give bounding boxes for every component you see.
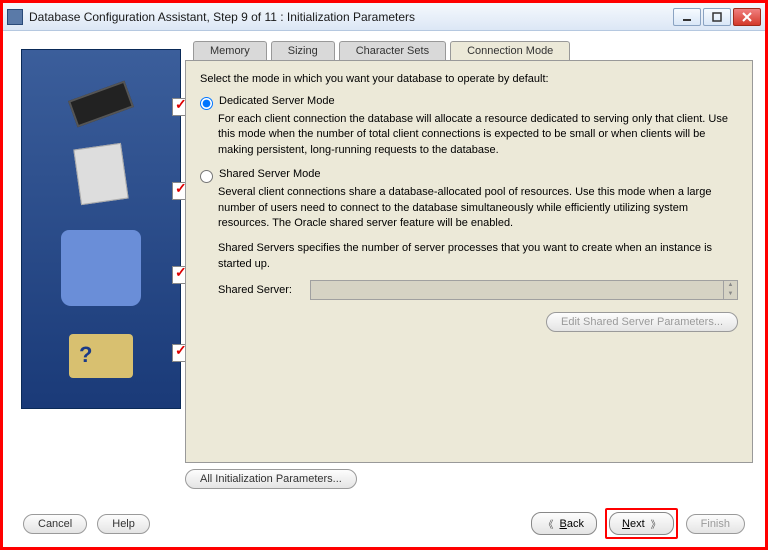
edit-shared-params-button: Edit Shared Server Parameters...: [546, 312, 738, 332]
chip-icon: [68, 81, 134, 128]
window-title: Database Configuration Assistant, Step 9…: [29, 10, 671, 24]
shared-mode-option[interactable]: Shared Server Mode: [200, 168, 738, 183]
shared-radio[interactable]: [200, 170, 213, 183]
shared-server-input: [310, 280, 724, 300]
back-label-rest: ack: [567, 518, 584, 530]
close-button[interactable]: [733, 8, 761, 26]
shared-servers-description: Shared Servers specifies the number of s…: [218, 241, 738, 272]
help-button[interactable]: Help: [97, 514, 150, 534]
shared-server-input-wrap: ▲ ▼: [310, 280, 738, 300]
wizard-sidebar: ?: [15, 41, 185, 489]
dedicated-description: For each client connection the database …: [218, 112, 738, 158]
content-area: ? Memory Sizing Character Sets Connectio…: [3, 31, 765, 497]
spinner-up-icon: ▲: [724, 281, 737, 290]
all-params-row: All Initialization Parameters...: [185, 469, 753, 489]
finish-button: Finish: [686, 514, 745, 534]
next-mnemonic: N: [622, 518, 630, 530]
shared-server-label: Shared Server:: [218, 284, 310, 296]
title-bar: Database Configuration Assistant, Step 9…: [3, 3, 765, 31]
back-mnemonic: B: [560, 518, 567, 530]
tab-connection-mode[interactable]: Connection Mode: [450, 41, 570, 60]
wizard-graphic: ?: [21, 49, 181, 409]
shared-label: Shared Server Mode: [219, 168, 321, 180]
shared-description: Several client connections share a datab…: [218, 185, 738, 231]
next-label-rest: ext: [630, 518, 645, 530]
tab-strip: Memory Sizing Character Sets Connection …: [193, 41, 753, 60]
spinner-down-icon: ▼: [724, 290, 737, 299]
cancel-button[interactable]: Cancel: [23, 514, 87, 534]
minimize-button[interactable]: [673, 8, 701, 26]
folder-icon: ?: [69, 334, 133, 378]
chevron-left-icon: 《: [544, 516, 554, 531]
next-button[interactable]: Next 》: [609, 512, 674, 535]
close-icon: [742, 12, 752, 22]
back-button[interactable]: 《 Back: [531, 512, 597, 535]
maximize-icon: [712, 12, 722, 22]
question-mark-icon: ?: [79, 342, 92, 368]
outer-window-frame: Database Configuration Assistant, Step 9…: [0, 0, 768, 550]
edit-shared-row: Edit Shared Server Parameters...: [200, 312, 738, 332]
chevron-right-icon: 》: [651, 516, 661, 531]
shared-server-spinner: ▲ ▼: [724, 280, 738, 300]
dedicated-radio[interactable]: [200, 97, 213, 110]
connection-mode-panel: Select the mode in which you want your d…: [185, 60, 753, 463]
dedicated-mode-option[interactable]: Dedicated Server Mode: [200, 95, 738, 110]
all-init-params-button[interactable]: All Initialization Parameters...: [185, 469, 357, 489]
shared-server-row: Shared Server: ▲ ▼: [218, 280, 738, 300]
next-highlight: Next 》: [605, 508, 678, 539]
tab-memory[interactable]: Memory: [193, 41, 267, 60]
documents-icon: [73, 143, 128, 205]
minimize-icon: [682, 12, 692, 22]
app-icon: [7, 9, 23, 25]
intro-text: Select the mode in which you want your d…: [200, 73, 738, 85]
database-icon: [61, 230, 141, 306]
maximize-button[interactable]: [703, 8, 731, 26]
main-panel: Memory Sizing Character Sets Connection …: [185, 41, 753, 489]
tab-character-sets[interactable]: Character Sets: [339, 41, 446, 60]
wizard-footer: Cancel Help 《 Back Next 》 Finish: [3, 508, 765, 539]
tab-sizing[interactable]: Sizing: [271, 41, 335, 60]
dedicated-label: Dedicated Server Mode: [219, 95, 335, 107]
